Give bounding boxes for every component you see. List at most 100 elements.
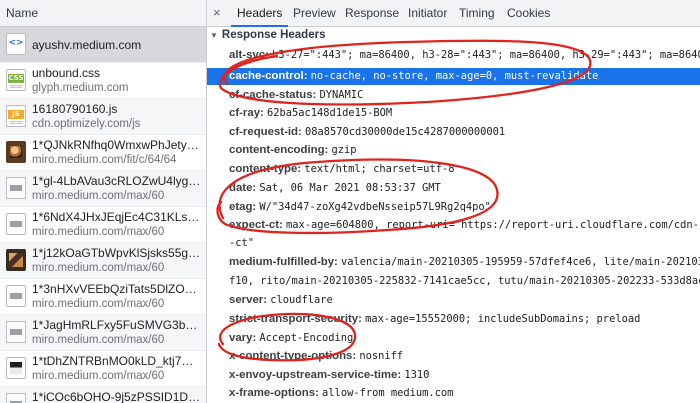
request-domain: miro.medium.com/max/60 [32, 190, 165, 202]
file-type-tag: JS [8, 110, 24, 119]
response-header-x-envoy-upstream-service-time[interactable]: x-envoy-upstream-service-time: 1310 [229, 368, 429, 382]
response-header-expect-ct[interactable]: expect-ct: max-age=604800, report-uri="h… [229, 218, 700, 232]
request-row[interactable]: 1*tDhZNTRBnMO0kLD_ktj7wQ.jpe... miro.medi… [0, 351, 206, 387]
header-value-continuation: -ct" [229, 237, 255, 249]
header-value: 62ba5ac148d1de15-BOM [267, 107, 393, 119]
header-value: 1310 [404, 369, 430, 381]
tab-initiator[interactable]: Initiator [408, 0, 447, 26]
image-thumbnail-icon [6, 321, 26, 343]
response-header-content-type[interactable]: content-type: text/html; charset=utf-8 [229, 162, 454, 176]
close-icon[interactable]: × [213, 5, 221, 21]
request-list-panel: Name <> ayushv.medium.com CSS unbound.css gl… [0, 0, 207, 403]
header-key: date [229, 182, 253, 194]
request-domain: miro.medium.com/max/60 [32, 370, 165, 382]
request-row[interactable]: 1*QJNkRNfhq0WmxwPhJetytw.jpeg miro.medium… [0, 135, 206, 171]
request-row[interactable]: 1*j12kOaGTbWpvKlSjsks55g.jpeg... miro.med… [0, 243, 206, 279]
header-value: nosniff [359, 350, 404, 362]
header-key: strict-transport-security [229, 313, 359, 325]
detail-tab-bar: × Headers Preview Response Initiator Timing C… [207, 0, 700, 27]
response-header-vary[interactable]: vary: Accept-Encoding [229, 331, 353, 345]
image-thumbnail-icon [6, 249, 26, 271]
header-key: etag [229, 201, 253, 213]
header-value: text/html; charset=utf-8 [304, 163, 455, 175]
request-domain: miro.medium.com/max/60 [32, 298, 165, 310]
tab-timing[interactable]: Timing [459, 0, 495, 26]
response-header-content-encoding[interactable]: content-encoding: gzip [229, 143, 357, 157]
response-header-x-frame-options[interactable]: x-frame-options: allow-from medium.com [229, 386, 453, 400]
response-header-date[interactable]: date: Sat, 06 Mar 2021 08:53:37 GMT [229, 181, 441, 195]
request-row[interactable]: 1*JagHmRLFxy5FuSMVG3bpLQ.p... miro.medium… [0, 315, 206, 351]
response-header-etag[interactable]: etag: W/"34d47-zoXg42vdbeNsseip57L9Rg2q4… [229, 200, 491, 214]
response-header-medium-fulfilled-by[interactable]: medium-fulfilled-by: valencia/main-20210… [229, 255, 700, 269]
request-row[interactable]: CSS unbound.css glyph.medium.com [0, 63, 206, 99]
header-value: valencia/main-20210305-195959-57dfef4ce6… [341, 256, 700, 268]
response-header-x-content-type-options[interactable]: x-content-type-options: nosniff [229, 349, 403, 363]
request-domain: glyph.medium.com [32, 82, 129, 94]
header-key: cache-control [229, 70, 304, 82]
request-row[interactable]: 1*3nHXvVEEbQziTats5DlZOA.png?... miro.med… [0, 279, 206, 315]
response-header-server[interactable]: server: cloudflare [229, 293, 333, 307]
header-key: alt-svc [229, 49, 266, 61]
image-thumbnail-icon [6, 393, 26, 403]
request-name: 1*6NdX4JHxJEqjEc4C31KLsQ.pn... [32, 210, 202, 224]
tab-preview[interactable]: Preview [293, 0, 336, 26]
request-name: 1*tDhZNTRBnMO0kLD_ktj7wQ.jpe... [32, 354, 202, 368]
header-key: x-content-type-options [229, 350, 353, 362]
image-thumbnail-icon [6, 141, 26, 163]
request-list: <> ayushv.medium.com CSS unbound.css glyph.m… [0, 27, 206, 403]
request-name: 16180790160.js [32, 102, 118, 116]
header-key: medium-fulfilled-by [229, 256, 335, 268]
response-header-cf-cache-status[interactable]: cf-cache-status: DYNAMIC [229, 88, 363, 102]
header-key: content-type [229, 163, 298, 175]
header-key: x-frame-options [229, 387, 316, 399]
tab-headers[interactable]: Headers [230, 0, 289, 27]
response-header-cache-control[interactable]: cache-control: no-cache, no-store, max-a… [229, 69, 598, 83]
response-headers-section-title[interactable]: ▼ Response Headers [210, 29, 325, 41]
request-name: 1*QJNkRNfhq0WmxwPhJetytw.jpeg [32, 138, 202, 152]
response-header-alt-svc[interactable]: alt-svc: h3-27=":443"; ma=86400, h3-28="… [229, 48, 700, 62]
request-name: unbound.css [32, 66, 101, 80]
file-type-tag: CSS [8, 74, 24, 83]
request-name: 1*iCOc6bOHO-9j5zPSSID1DA.jpe... [32, 390, 202, 403]
response-headers-label: Response Headers [221, 29, 326, 41]
headers-panel: × Headers Preview Response Initiator Timing C… [207, 0, 700, 403]
request-name: ayushv.medium.com [32, 38, 142, 52]
response-header-cf-request-id[interactable]: cf-request-id: 08a8570cd30000de15c428700… [229, 125, 505, 139]
request-row[interactable]: JS 16180790160.js cdn.optimizely.com/js [0, 99, 206, 135]
request-name: 1*gl-4LbAVau3cRLOZwU4lyg.png... [32, 174, 202, 188]
request-domain: miro.medium.com/fit/c/64/64 [32, 154, 177, 166]
header-key: cf-cache-status [229, 89, 313, 101]
header-value: cloudflare [270, 294, 333, 306]
response-header-cf-ray[interactable]: cf-ray: 62ba5ac148d1de15-BOM [229, 106, 392, 120]
request-row[interactable]: 1*6NdX4JHxJEqjEc4C31KLsQ.pn... miro.mediu… [0, 207, 206, 243]
request-row[interactable]: 1*iCOc6bOHO-9j5zPSSID1DA.jpe...miro.medi… [0, 387, 206, 403]
request-row[interactable]: <> ayushv.medium.com [0, 27, 206, 63]
response-header-strict-transport-security[interactable]: strict-transport-security: max-age=15552… [229, 312, 640, 326]
js-file-icon: JS [6, 105, 26, 127]
request-name: 1*3nHXvVEEbQziTats5DlZOA.png?... [32, 282, 202, 296]
request-row[interactable]: 1*gl-4LbAVau3cRLOZwU4lyg.png... miro.medi… [0, 171, 206, 207]
image-thumbnail-icon [6, 177, 26, 199]
header-value-continuation: f10, rito/main-20210305-225832-7141cae5c… [229, 275, 700, 287]
image-thumbnail-icon [6, 357, 26, 379]
tab-response[interactable]: Response [345, 0, 399, 26]
header-value: max-age=15552000; includeSubDomains; pre… [365, 313, 641, 325]
request-domain: miro.medium.com/max/60 [32, 226, 165, 238]
header-key: vary [229, 332, 253, 344]
header-value: DYNAMIC [319, 89, 364, 101]
collapse-triangle-icon[interactable]: ▼ [210, 31, 218, 40]
header-key: server [229, 294, 264, 306]
header-key: cf-request-id [229, 126, 298, 138]
header-value: no-cache, no-store, max-age=0, must-reva… [310, 70, 599, 82]
tab-cookies[interactable]: Cookies [507, 0, 550, 26]
css-file-icon: CSS [6, 69, 26, 91]
name-column-header[interactable]: Name [0, 0, 206, 27]
header-value: 08a8570cd30000de15c4287000000001 [304, 126, 506, 138]
header-value: allow-from medium.com [322, 387, 454, 399]
header-key: x-envoy-upstream-service-time [229, 369, 398, 381]
request-name: 1*j12kOaGTbWpvKlSjsks55g.jpeg... [32, 246, 202, 260]
request-domain: cdn.optimizely.com/js [32, 118, 141, 130]
header-key: expect-ct [229, 219, 280, 231]
request-domain: miro.medium.com/max/60 [32, 262, 165, 274]
image-thumbnail-icon [6, 285, 26, 307]
